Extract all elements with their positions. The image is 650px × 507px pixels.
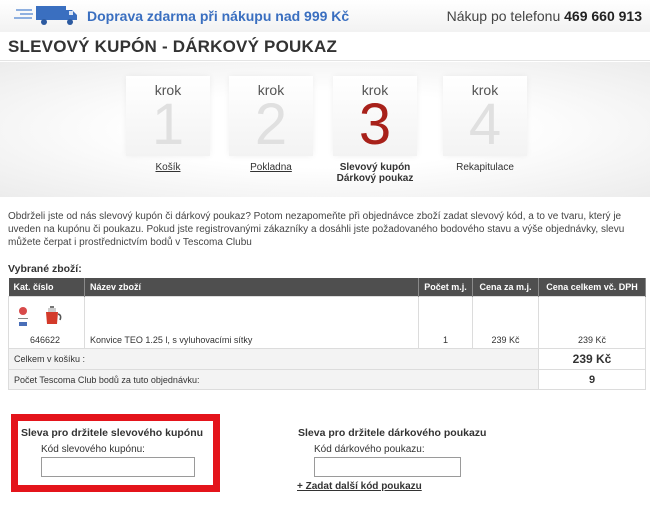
gift-code-input[interactable] (314, 457, 461, 477)
cell-unit-price: 239 Kč (472, 296, 539, 349)
kettle-product-icon (46, 306, 62, 324)
phone-order-info: Nákup po telefonu 469 660 913 (447, 8, 642, 24)
cart-total-row: Celkem v košíku : 239 Kč (8, 348, 646, 370)
col-header-qty: Počet m.j. (418, 278, 473, 297)
cart-table: Kat. číslo Název zboží Počet m.j. Cena z… (8, 278, 646, 390)
cell-product-name[interactable]: Konvice TEO 1.25 l, s vyluhovacími sítky (84, 296, 419, 349)
step-current-label-line1: Slevový kupón (339, 162, 411, 173)
col-header-name: Název zboží (84, 278, 419, 297)
add-gift-code-link[interactable]: + Zadat další kód poukazu (297, 481, 422, 492)
cart-total-value: 239 Kč (538, 348, 646, 370)
page-title: SLEVOVÝ KUPÓN - DÁRKOVÝ POUKAZ (8, 37, 338, 56)
intro-text: Obdrželi jste od nás slevový kupón či dá… (8, 211, 625, 248)
step-number: 4 (468, 92, 502, 157)
gift-section-title: Sleva pro držitele dárkového poukazu (298, 427, 487, 439)
col-header-unit-price: Cena za m.j. (472, 278, 539, 297)
table-row: 646622 Konvice TEO 1.25 l, s vyluhovacím… (8, 296, 646, 349)
club-points-value: 9 (538, 369, 646, 390)
title-divider (0, 60, 650, 61)
cat-no-value: 646622 (30, 335, 61, 345)
step-2-pokladna[interactable]: krok 2 Pokladna (229, 76, 313, 173)
step-number-active: 3 (358, 92, 392, 157)
coupon-section-title: Sleva pro držitele slevového kupónu (21, 427, 204, 439)
cell-cat-no: 646622 (8, 296, 85, 349)
delivery-truck-icon (14, 6, 77, 25)
cart-table-header: Kat. číslo Název zboží Počet m.j. Cena z… (8, 278, 646, 297)
cell-line-total: 239 Kč (538, 296, 646, 349)
step-current-label: Slevový kupón Dárkový poukaz (313, 162, 437, 184)
club-points-label: Počet Tescoma Club bodů za tuto objednáv… (8, 369, 539, 390)
product-badge-icon (18, 307, 28, 326)
cell-qty: 1 (418, 296, 473, 349)
step-number: 1 (151, 92, 185, 157)
step-4-rekapitulace: krok 4 Rekapitulace (443, 76, 527, 173)
top-bar: Doprava zdarma při nákupu nad 999 Kč Nák… (0, 0, 650, 32)
product-thumbnail[interactable] (14, 304, 72, 332)
free-shipping-banner: Doprava zdarma při nákupu nad 999 Kč (87, 8, 350, 24)
col-header-cat-no: Kat. číslo (8, 278, 85, 297)
step-label-rekapitulace: Rekapitulace (456, 162, 514, 173)
phone-number: 469 660 913 (564, 8, 642, 24)
step-1-kosik[interactable]: krok 1 Košík (126, 76, 210, 173)
cart-total-label: Celkem v košíku : (8, 348, 539, 370)
club-points-row: Počet Tescoma Club bodů za tuto objednáv… (8, 369, 646, 390)
step-3-slevovy-kupon: krok 3 Slevový kupón Dárkový poukaz (333, 76, 417, 184)
phone-label: Nákup po telefonu (446, 8, 561, 24)
step-current-label-line2: Dárkový poukaz (336, 173, 414, 184)
selected-goods-heading: Vybrané zboží: (8, 263, 82, 275)
coupon-code-input[interactable] (41, 457, 195, 477)
gift-code-label: Kód dárkového poukazu: (314, 444, 425, 455)
coupon-code-label: Kód slevového kupónu: (41, 444, 145, 455)
step-number: 2 (254, 92, 288, 157)
col-header-total: Cena celkem vč. DPH (538, 278, 646, 297)
